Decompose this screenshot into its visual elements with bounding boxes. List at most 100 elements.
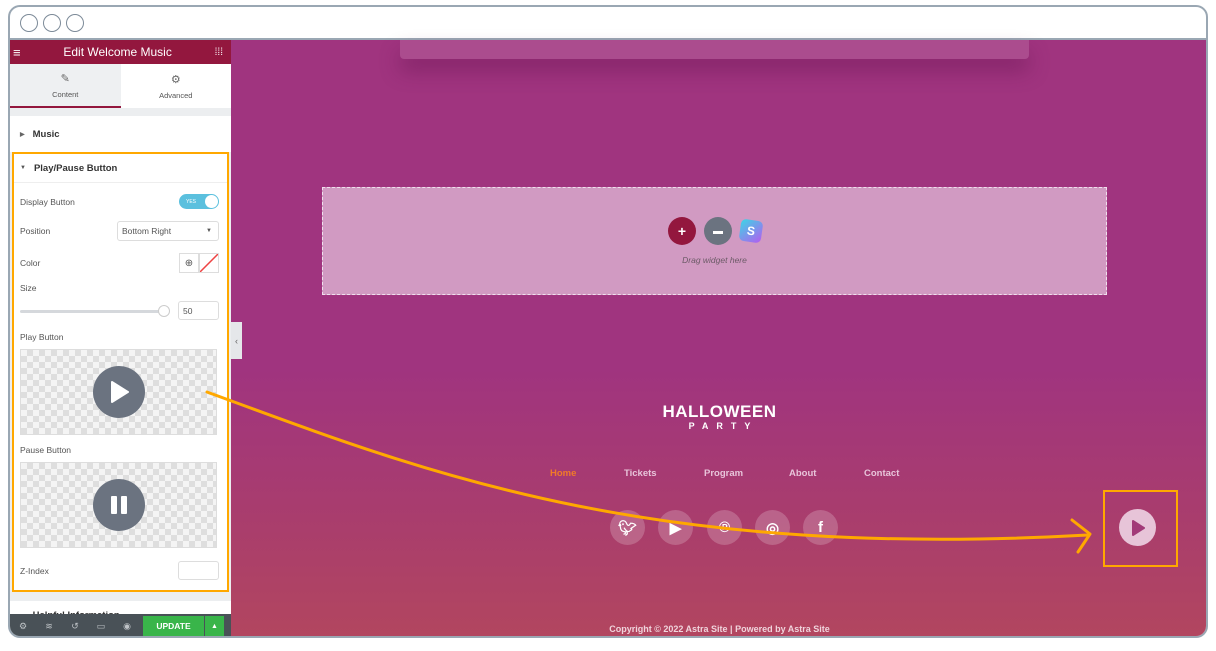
update-options-button[interactable]: ▲ — [205, 616, 224, 636]
display-button-row: Display Button YES — [20, 194, 219, 209]
copyright-text: Copyright © 2022 Astra Site | Powered by… — [609, 624, 830, 634]
nav-home[interactable]: Home — [550, 468, 576, 479]
twitter-link[interactable]: 🐦︎ — [610, 510, 645, 545]
play-pause-section: ▼ Play/Pause Button Display Button YES P… — [12, 152, 229, 592]
globe-icon: ⊕ — [184, 257, 194, 269]
top-section — [400, 40, 1029, 59]
facebook-icon: f — [818, 519, 823, 536]
facebook-link[interactable]: f — [803, 510, 838, 545]
layers-icon[interactable]: ≋ — [36, 621, 62, 632]
toggle-knob — [205, 195, 218, 208]
nav-about[interactable]: About — [789, 468, 816, 479]
caret-up-icon: ▲ — [211, 622, 218, 630]
editor-panel: ≡ Edit Welcome Music ⁞⁞⁞ ✎ Content ⚙ Adv… — [10, 40, 231, 636]
floating-play-button[interactable] — [1119, 509, 1156, 546]
logo-line2: PARTY — [688, 421, 759, 431]
hamburger-menu-icon[interactable]: ≡ — [13, 45, 21, 60]
instagram-icon: ◎ — [765, 519, 780, 537]
folder-icon: ▬ — [713, 225, 723, 237]
preview-icon[interactable]: ◉ — [114, 621, 140, 632]
play-icon — [1131, 519, 1145, 536]
collapse-panel-button[interactable]: ‹ — [231, 322, 242, 359]
nav-program[interactable]: Program — [704, 468, 743, 479]
responsive-icon[interactable]: ▭ — [88, 621, 114, 632]
color-label: Color — [20, 258, 41, 268]
play-button-media[interactable] — [20, 349, 217, 435]
size-row: 50 — [20, 301, 219, 320]
add-template-button[interactable]: ▬ — [704, 217, 732, 245]
z-index-label: Z-Index — [20, 565, 49, 576]
widgets-grid-icon[interactable]: ⁞⁞⁞ — [215, 47, 223, 58]
position-row: Position Bottom Right ▼ — [20, 221, 219, 241]
add-section-button[interactable]: + — [668, 217, 696, 245]
youtube-icon: ▶ — [669, 519, 682, 537]
nav-tickets[interactable]: Tickets — [624, 468, 657, 479]
site-logo[interactable]: HALLOWEEN PARTY — [231, 402, 1206, 431]
dropzone-label: Drag widget here — [682, 255, 747, 265]
chevron-left-icon: ‹ — [235, 335, 238, 346]
history-icon[interactable]: ↺ — [62, 621, 88, 632]
play-icon — [92, 366, 145, 418]
gear-icon: ⚙ — [170, 73, 181, 86]
global-colors-button[interactable]: ⊕ — [179, 253, 199, 273]
pencil-icon: ✎ — [60, 72, 70, 85]
slider-track — [20, 309, 170, 313]
pause-button-label: Pause Button — [20, 445, 72, 455]
nav-contact[interactable]: Contact — [864, 468, 899, 479]
panel-title: Edit Welcome Music — [63, 45, 172, 59]
tab-advanced[interactable]: ⚙ Advanced — [120, 64, 231, 108]
play-button-label-row: Play Button — [20, 332, 219, 342]
window-close-button[interactable] — [20, 14, 38, 32]
size-label: Size — [20, 283, 37, 293]
starter-templates-icon: S — [746, 223, 756, 239]
pause-icon — [92, 479, 145, 531]
logo-line1: HALLOWEEN — [662, 402, 777, 421]
color-row: Color ⊕ — [20, 253, 219, 273]
starter-templates-button[interactable]: S — [738, 218, 764, 244]
section-play-pause-label: Play/Pause Button — [33, 162, 118, 174]
window-maximize-button[interactable] — [66, 14, 84, 32]
page-preview: ‹ + ▬ S Drag widget here HALLOWEEN PARTY… — [231, 40, 1206, 636]
widget-dropzone[interactable]: + ▬ S Drag widget here — [322, 187, 1107, 295]
position-label: Position — [20, 226, 51, 236]
caret-right-icon: ▶ — [20, 131, 25, 138]
panel-footer: ⚙ ≋ ↺ ▭ ◉ UPDATE ▲ — [10, 614, 231, 636]
tab-advanced-label: Advanced — [159, 90, 193, 100]
position-select[interactable]: Bottom Right ▼ — [117, 221, 219, 241]
tab-content-label: Content — [52, 89, 79, 99]
z-index-input[interactable] — [178, 561, 219, 580]
chevron-down-icon: ▼ — [206, 228, 212, 234]
pinterest-icon: ℗ — [718, 519, 731, 536]
instagram-link[interactable]: ◎ — [755, 510, 790, 545]
section-music-label: Music — [32, 128, 60, 140]
app-window: ≡ Edit Welcome Music ⁞⁞⁞ ✎ Content ⚙ Adv… — [8, 5, 1208, 638]
pause-button-label-row: Pause Button — [20, 445, 219, 455]
play-button-label: Play Button — [20, 332, 64, 342]
title-bar — [10, 7, 1206, 40]
display-button-label: Display Button — [20, 196, 75, 207]
display-button-toggle[interactable]: YES — [179, 194, 219, 209]
settings-icon[interactable]: ⚙ — [10, 621, 36, 632]
plus-icon: + — [677, 223, 687, 239]
panel-header: ≡ Edit Welcome Music ⁞⁞⁞ — [10, 40, 231, 64]
position-value: Bottom Right — [122, 226, 172, 236]
section-music[interactable]: ▶ Music — [10, 116, 231, 152]
size-slider[interactable] — [20, 304, 170, 317]
size-label-row: Size — [20, 283, 219, 293]
window-minimize-button[interactable] — [43, 14, 61, 32]
toggle-text: YES — [186, 198, 197, 205]
size-input[interactable]: 50 — [178, 301, 219, 320]
size-value: 50 — [183, 305, 193, 316]
slider-handle[interactable] — [158, 304, 170, 317]
caret-down-icon: ▼ — [20, 165, 26, 171]
z-index-row: Z-Index — [20, 561, 219, 580]
pinterest-link[interactable]: ℗ — [707, 510, 742, 545]
youtube-link[interactable]: ▶ — [658, 510, 693, 545]
panel-tabs: ✎ Content ⚙ Advanced — [10, 64, 231, 108]
tab-content[interactable]: ✎ Content — [10, 64, 121, 108]
update-button[interactable]: UPDATE — [143, 616, 204, 636]
section-play-pause-header[interactable]: ▼ Play/Pause Button — [14, 154, 227, 183]
twitter-icon: 🐦︎ — [617, 519, 638, 537]
color-picker-button[interactable] — [199, 253, 219, 273]
pause-button-media[interactable] — [20, 462, 217, 548]
